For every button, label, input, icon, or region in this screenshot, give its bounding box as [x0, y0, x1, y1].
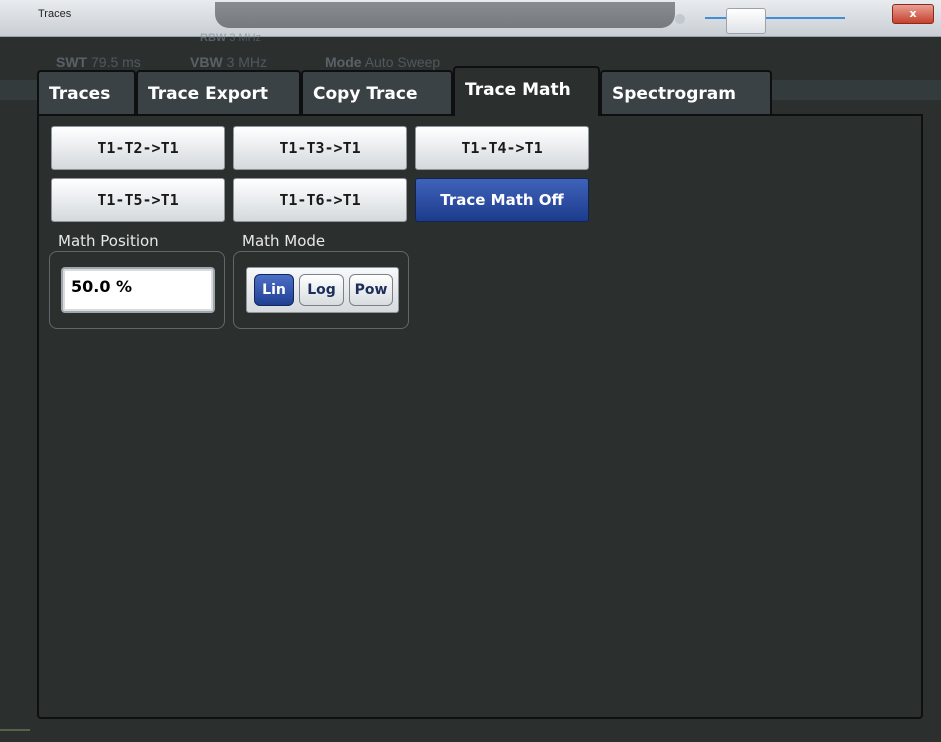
math-mode-pow-button[interactable]: Pow — [349, 274, 393, 306]
math-mode-log-button[interactable]: Log — [299, 274, 344, 306]
math-mode-label: Math Mode — [242, 232, 326, 250]
t1-t4-t1-button[interactable]: T1-T4->T1 — [415, 126, 589, 170]
tab-spectrogram[interactable]: Spectrogram — [600, 70, 772, 116]
window-title: Traces — [38, 8, 72, 20]
rbw-label: RBW — [200, 32, 227, 44]
math-position-label: Math Position — [58, 232, 159, 250]
vbw-label: VBW — [190, 54, 223, 70]
swt-label: SWT — [56, 54, 88, 70]
transparency-icon — [675, 14, 685, 24]
math-mode-lin-button[interactable]: Lin — [254, 274, 294, 306]
math-mode-selector[interactable]: Lin Log Pow — [246, 267, 399, 313]
vbw-value: 3 MHz — [226, 54, 268, 70]
swt-info: SWT 79.5 ms — [56, 54, 141, 70]
mode-value: Auto Sweep — [364, 54, 441, 70]
vbw-info: VBW 3 MHz — [190, 54, 267, 70]
tab-traces[interactable]: Traces — [37, 70, 136, 116]
tab-copy-trace[interactable]: Copy Trace — [301, 70, 453, 116]
tab-label: Copy Trace — [313, 84, 418, 104]
tab-trace-export[interactable]: Trace Export — [136, 70, 301, 116]
title-bar[interactable]: Traces x — [0, 0, 941, 37]
rbw-value: 3 MHz — [229, 32, 262, 44]
swt-value: 79.5 ms — [91, 54, 141, 70]
t1-t3-t1-button[interactable]: T1-T3->T1 — [233, 126, 407, 170]
tab-label: Trace Export — [148, 84, 269, 104]
mode-label: Mode — [325, 54, 362, 70]
tab-trace-math[interactable]: Trace Math — [453, 66, 600, 116]
math-position-input[interactable]: 50.0 % — [61, 267, 215, 313]
t1-t6-t1-button[interactable]: T1-T6->T1 — [233, 178, 407, 222]
t1-t5-t1-button[interactable]: T1-T5->T1 — [51, 178, 225, 222]
title-bar-grip — [215, 2, 675, 28]
tab-label: Spectrogram — [612, 84, 736, 104]
tab-label: Trace Math — [465, 80, 571, 100]
tab-label: Traces — [49, 84, 111, 104]
mode-info: Mode Auto Sweep — [325, 54, 440, 70]
trace-math-off-button[interactable]: Trace Math Off — [415, 178, 589, 222]
close-button[interactable]: x — [892, 4, 934, 24]
rbw-info: RBW 3 MHz — [200, 32, 261, 44]
transparency-slider-thumb[interactable] — [726, 8, 766, 34]
t1-t2-t1-button[interactable]: T1-T2->T1 — [51, 126, 225, 170]
